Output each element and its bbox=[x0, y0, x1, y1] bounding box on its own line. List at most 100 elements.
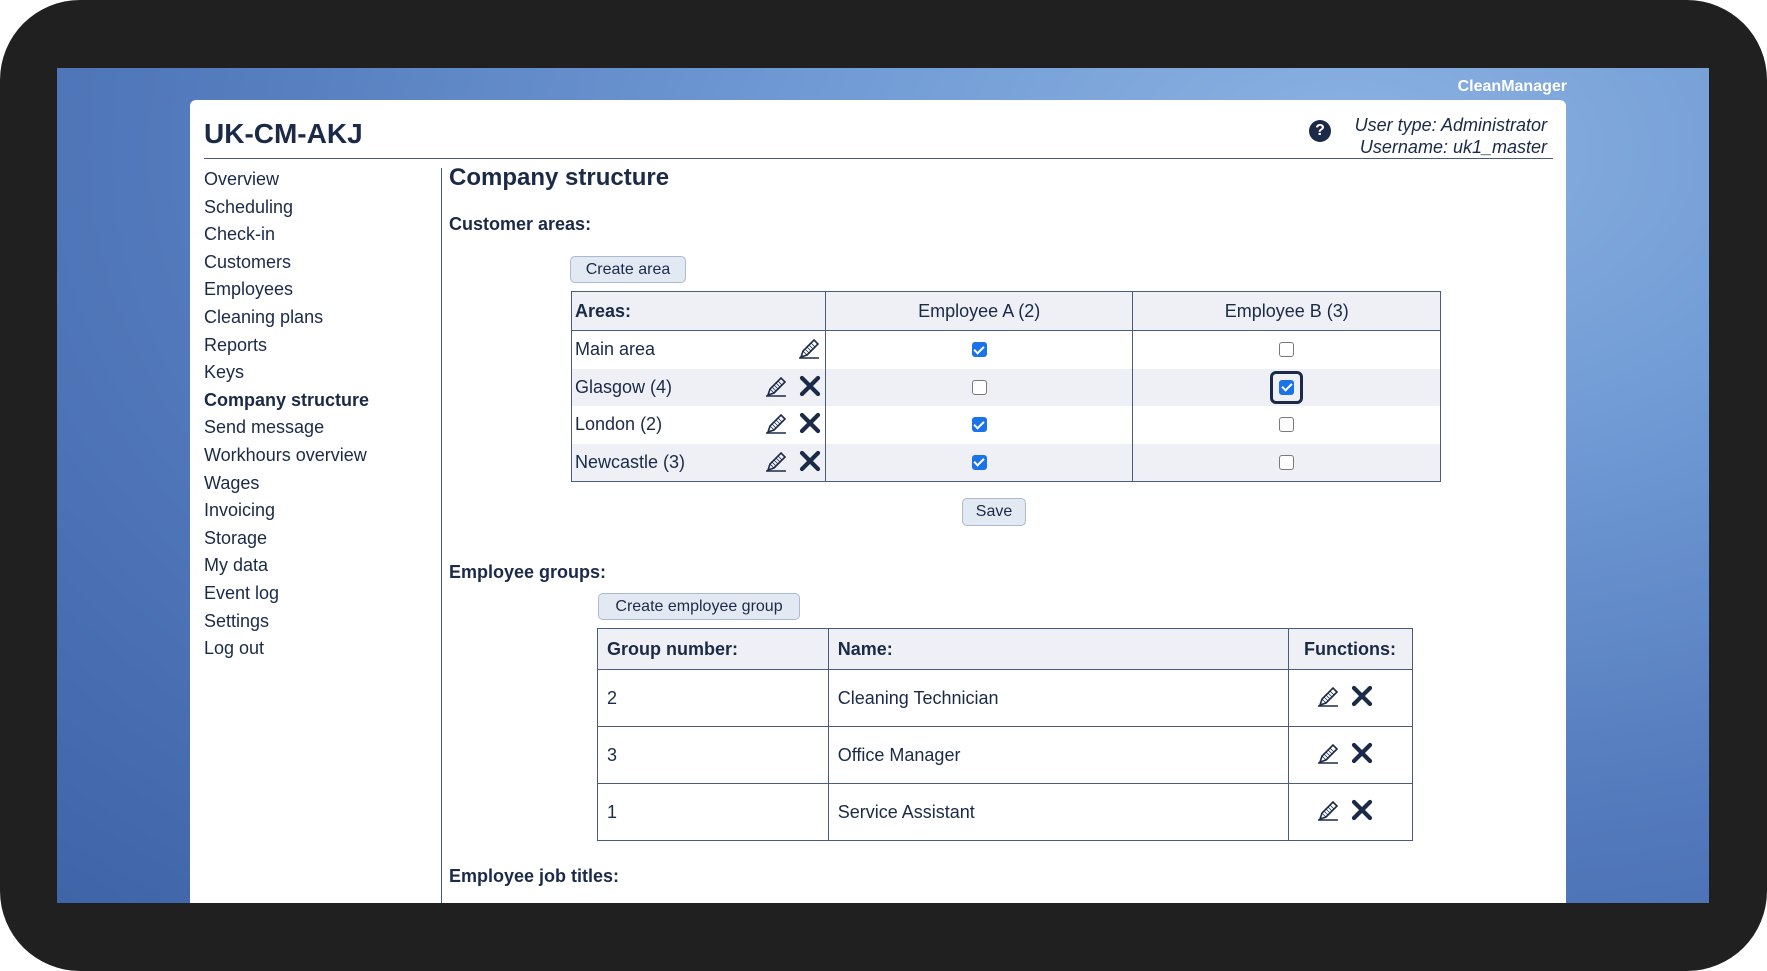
username: Username: uk1_master bbox=[1359, 137, 1547, 157]
area-name: Main area bbox=[575, 339, 656, 360]
account-title: UK-CM-AKJ bbox=[204, 118, 363, 149]
nav-company-structure[interactable]: Company structure bbox=[204, 387, 434, 415]
employee-b-cell bbox=[1132, 406, 1441, 444]
employee-a-cell bbox=[824, 443, 1134, 482]
area-london-employee-a-checkbox[interactable] bbox=[971, 417, 987, 433]
area-name-cell: London (2) bbox=[571, 406, 826, 444]
area-name-cell: Newcastle (3) bbox=[571, 443, 826, 482]
edit-pencil-icon[interactable] bbox=[1316, 799, 1340, 826]
delete-x-icon[interactable] bbox=[1351, 742, 1373, 769]
delete-x-icon[interactable] bbox=[799, 412, 821, 439]
nav-invoicing[interactable]: Invoicing bbox=[204, 497, 434, 525]
area-name: London (2) bbox=[575, 414, 663, 435]
delete-x-icon[interactable] bbox=[799, 450, 821, 477]
groups-header-row: Group number: Name: Functions: bbox=[597, 628, 1413, 670]
edit-pencil-icon[interactable] bbox=[764, 450, 788, 477]
header: UK-CM-AKJ ? User type: Administrator Use… bbox=[204, 100, 1553, 159]
sidebar-divider bbox=[441, 168, 442, 903]
nav-customers[interactable]: Customers bbox=[204, 249, 434, 277]
group-number-column-header: Group number: bbox=[597, 628, 829, 670]
group-functions-cell bbox=[1288, 726, 1413, 784]
employee-groups-title: Employee groups: bbox=[449, 562, 607, 582]
group-number-cell: 2 bbox=[597, 669, 829, 727]
user-info: User type: Administrator Username: uk1_m… bbox=[1355, 114, 1547, 158]
employee-job-titles-title: Employee job titles: bbox=[449, 866, 620, 886]
create-area-button[interactable]: Create area bbox=[570, 256, 686, 283]
employee-a-cell bbox=[824, 406, 1134, 444]
employee-b-column-header: Employee B (3) bbox=[1132, 291, 1441, 331]
group-functions-cell bbox=[1288, 783, 1413, 841]
checkbox-focus-ring bbox=[1270, 370, 1304, 404]
group-number-cell: 1 bbox=[597, 783, 829, 841]
nav-employees[interactable]: Employees bbox=[204, 276, 434, 304]
employee-b-cell bbox=[1132, 330, 1441, 369]
employee-b-cell bbox=[1132, 443, 1441, 482]
area-row-newcastle: Newcastle (3) bbox=[571, 443, 1441, 482]
area-name-cell: Glasgow (4) bbox=[571, 368, 826, 406]
employee-b-cell bbox=[1132, 368, 1441, 406]
area-newcastle-employee-a-checkbox[interactable] bbox=[971, 454, 987, 470]
app-window: UK-CM-AKJ ? User type: Administrator Use… bbox=[190, 100, 1566, 903]
nav-reports[interactable]: Reports bbox=[204, 332, 434, 360]
nav-workhours-overview[interactable]: Workhours overview bbox=[204, 442, 434, 470]
edit-pencil-icon[interactable] bbox=[1316, 685, 1340, 712]
area-glasgow-employee-b-checkbox[interactable] bbox=[1279, 379, 1295, 395]
name-column-header: Name: bbox=[827, 628, 1290, 670]
nav-send-message[interactable]: Send message bbox=[204, 414, 434, 442]
area-row-main-area: Main area bbox=[571, 330, 1441, 369]
nav-settings[interactable]: Settings bbox=[204, 608, 434, 636]
area-row-london: London (2) bbox=[571, 406, 1441, 444]
customer-areas-title: Customer areas: bbox=[449, 214, 592, 234]
nav-log-out[interactable]: Log out bbox=[204, 635, 434, 663]
nav-keys[interactable]: Keys bbox=[204, 359, 434, 387]
help-icon[interactable]: ? bbox=[1309, 120, 1331, 142]
area-london-employee-b-checkbox[interactable] bbox=[1279, 417, 1295, 433]
screen: CleanManager UK-CM-AKJ ? User type: Admi… bbox=[57, 68, 1709, 903]
nav-scheduling[interactable]: Scheduling bbox=[204, 194, 434, 222]
nav-wages[interactable]: Wages bbox=[204, 470, 434, 498]
group-row: 1 Service Assistant bbox=[597, 783, 1413, 841]
nav-storage[interactable]: Storage bbox=[204, 525, 434, 553]
area-name: Glasgow (4) bbox=[575, 376, 673, 397]
area-row-glasgow: Glasgow (4) bbox=[571, 368, 1441, 406]
area-main-employee-a-checkbox[interactable] bbox=[971, 342, 987, 358]
areas-header-row: Areas: Employee A (2) Employee B (3) bbox=[571, 291, 1441, 331]
areas-table: Areas: Employee A (2) Employee B (3) Mai… bbox=[571, 291, 1441, 482]
employee-groups-table: Group number: Name: Functions: 2 Cleanin… bbox=[597, 628, 1413, 841]
nav-cleaning-plans[interactable]: Cleaning plans bbox=[204, 304, 434, 332]
create-employee-group-button[interactable]: Create employee group bbox=[598, 593, 800, 620]
group-functions-cell bbox=[1288, 669, 1413, 727]
group-number-cell: 3 bbox=[597, 726, 829, 784]
area-glasgow-employee-a-checkbox[interactable] bbox=[971, 379, 987, 395]
brand-label: CleanManager bbox=[1457, 78, 1567, 95]
edit-pencil-icon[interactable] bbox=[764, 412, 788, 439]
nav-my-data[interactable]: My data bbox=[204, 552, 434, 580]
nav-event-log[interactable]: Event log bbox=[204, 580, 434, 608]
area-main-employee-b-checkbox[interactable] bbox=[1279, 342, 1295, 358]
edit-pencil-icon[interactable] bbox=[1316, 742, 1340, 769]
nav-check-in[interactable]: Check-in bbox=[204, 221, 434, 249]
delete-x-icon[interactable] bbox=[1351, 685, 1373, 712]
edit-pencil-icon[interactable] bbox=[764, 375, 788, 402]
area-name-cell: Main area bbox=[571, 330, 826, 369]
delete-x-icon[interactable] bbox=[1351, 799, 1373, 826]
employee-a-cell bbox=[824, 368, 1134, 406]
delete-x-icon[interactable] bbox=[799, 375, 821, 402]
areas-column-header: Areas: bbox=[571, 291, 826, 331]
group-name-cell: Office Manager bbox=[827, 726, 1290, 784]
area-newcastle-employee-b-checkbox[interactable] bbox=[1279, 454, 1295, 470]
area-name: Newcastle (3) bbox=[575, 451, 686, 472]
group-row: 3 Office Manager bbox=[597, 726, 1413, 784]
functions-column-header: Functions: bbox=[1288, 628, 1413, 670]
sidebar: Overview Scheduling Check-in Customers E… bbox=[204, 166, 434, 663]
user-type: User type: Administrator bbox=[1354, 115, 1547, 135]
edit-pencil-icon[interactable] bbox=[797, 337, 821, 364]
save-button[interactable]: Save bbox=[962, 498, 1026, 526]
group-name-cell: Cleaning Technician bbox=[827, 669, 1290, 727]
employee-a-cell bbox=[824, 330, 1134, 369]
employee-a-column-header: Employee A (2) bbox=[824, 291, 1134, 331]
page-title: Company structure bbox=[449, 164, 670, 191]
nav-overview[interactable]: Overview bbox=[204, 166, 434, 194]
group-name-cell: Service Assistant bbox=[827, 783, 1290, 841]
group-row: 2 Cleaning Technician bbox=[597, 669, 1413, 727]
